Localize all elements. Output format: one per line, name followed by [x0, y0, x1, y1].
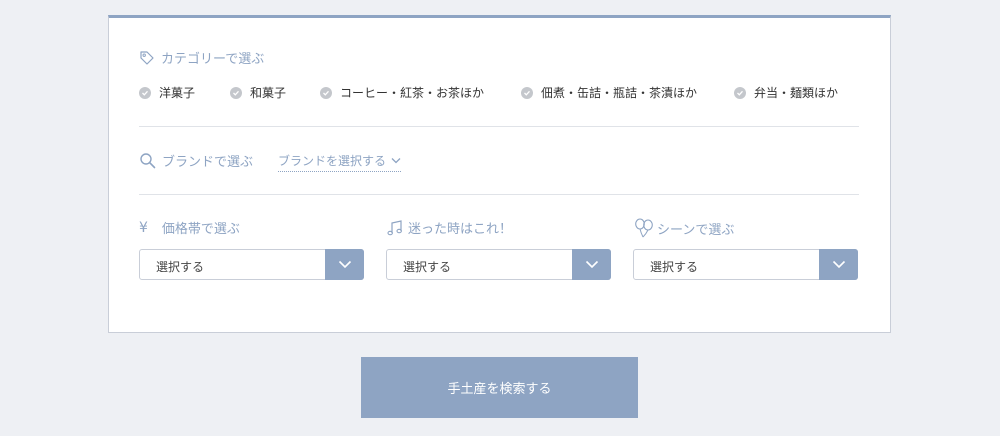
brand-section-title: ブランドで選ぶ [139, 151, 253, 170]
chevron-down-icon [391, 157, 401, 164]
scene-title-text: シーンで選ぶ [657, 222, 735, 238]
recommend-title-text: 迷った時はこれ！ [408, 222, 513, 237]
select-value: 選択する [650, 260, 699, 274]
select-value: 選択する [156, 260, 205, 274]
check-icon [734, 86, 746, 99]
search-panel: カテゴリーで選ぶ 洋菓子 和菓子 コーヒー・紅茶・お茶ほか 佃煮・缶詰・瓶詰・茶… [108, 15, 891, 333]
recommend-select[interactable]: 選択する [386, 249, 611, 280]
divider [139, 194, 859, 195]
category-list: 洋菓子 和菓子 コーヒー・紅茶・お茶ほか 佃煮・缶詰・瓶詰・茶漬ほか 弁当・麺類… [139, 84, 859, 102]
category-label: 弁当・麺類ほか [754, 86, 839, 100]
category-item-japanese-sweets[interactable]: 和菓子 [230, 84, 286, 101]
check-icon [521, 86, 533, 99]
check-icon [139, 86, 151, 99]
recommend-section-title: 迷った時はこれ！ [386, 218, 512, 237]
category-item-coffee-tea[interactable]: コーヒー・紅茶・お茶ほか [320, 84, 484, 101]
yen-icon: ¥ [139, 219, 148, 236]
category-item-western-sweets[interactable]: 洋菓子 [139, 84, 195, 101]
chevron-down-icon [832, 260, 845, 269]
balloons-icon [633, 218, 655, 238]
category-item-preserved-food[interactable]: 佃煮・缶詰・瓶詰・茶漬ほか [521, 84, 697, 101]
brand-title-text: ブランドで選ぶ [162, 155, 254, 170]
chevron-down-icon [338, 260, 351, 269]
dropdown-button[interactable] [819, 249, 858, 280]
brand-select-link[interactable]: ブランドを選択する [278, 152, 402, 172]
check-icon [320, 86, 332, 99]
music-note-icon [386, 219, 404, 237]
scene-section-title: シーンで選ぶ [633, 218, 734, 238]
search-icon [139, 152, 156, 169]
category-section-title: カテゴリーで選ぶ [139, 48, 264, 67]
price-title-text: 価格帯で選ぶ [161, 222, 240, 237]
category-label: 佃煮・缶詰・瓶詰・茶漬ほか [541, 86, 698, 100]
price-section-title: ¥ 価格帯で選ぶ [139, 218, 240, 238]
category-label: コーヒー・紅茶・お茶ほか [340, 86, 485, 100]
category-label: 和菓子 [250, 86, 287, 100]
dropdown-button[interactable] [325, 249, 364, 280]
select-value: 選択する [403, 260, 452, 274]
category-item-bento-noodles[interactable]: 弁当・麺類ほか [734, 84, 838, 101]
brand-select-label: ブランドを選択する [278, 154, 387, 168]
dropdown-button[interactable] [572, 249, 611, 280]
chevron-down-icon [585, 260, 598, 269]
tag-icon [139, 50, 155, 66]
category-title-text: カテゴリーで選ぶ [161, 52, 265, 67]
price-select[interactable]: 選択する [139, 249, 364, 280]
search-submit-button[interactable]: 手土産を検索する [361, 357, 638, 418]
category-label: 洋菓子 [159, 86, 196, 100]
scene-select[interactable]: 選択する [633, 249, 858, 280]
divider [139, 126, 859, 127]
check-icon [230, 86, 242, 99]
